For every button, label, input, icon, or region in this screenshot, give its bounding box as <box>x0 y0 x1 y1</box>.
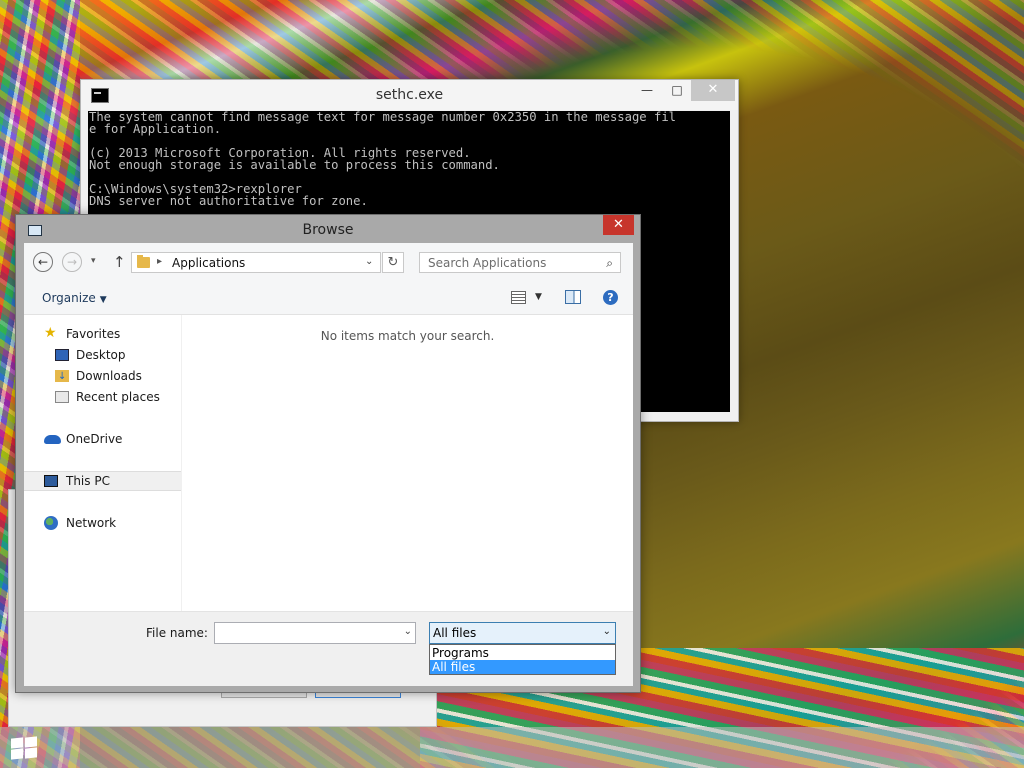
start-button[interactable] <box>11 736 38 760</box>
file-name-label: File name: <box>146 626 208 640</box>
address-bar[interactable]: ▸ Applications ⌄ <box>131 252 381 273</box>
search-input[interactable]: Search Applications ⌕ <box>419 252 621 273</box>
file-name-dropdown-icon[interactable]: ⌄ <box>404 626 412 637</box>
address-dropdown-icon[interactable]: ⌄ <box>365 256 373 267</box>
command-toolbar: Organize ▼ ▼ ? <box>24 283 633 315</box>
sidebar-item-label: Favorites <box>66 327 121 341</box>
maximize-button[interactable]: □ <box>663 80 691 101</box>
dialog-footer: File name: ⌄ All files ⌄ Programs All fi… <box>24 611 633 686</box>
chevron-down-icon: ▼ <box>99 295 107 305</box>
sidebar-item-network[interactable]: Network <box>24 513 181 533</box>
sidebar-item-label: Recent places <box>76 390 160 404</box>
recent-places-icon <box>55 391 69 403</box>
refresh-icon[interactable]: ↻ <box>382 252 404 273</box>
windows-logo-icon <box>25 747 37 759</box>
sidebar-item-label: Downloads <box>76 369 142 383</box>
browse-titlebar[interactable]: Browse ✕ <box>16 215 640 243</box>
sidebar-item-recent-places[interactable]: Recent places <box>24 387 181 407</box>
sidebar-item-label: OneDrive <box>66 432 123 446</box>
search-icon[interactable]: ⌕ <box>606 256 613 271</box>
star-icon: ★ <box>44 325 57 341</box>
browse-client-area: ← → ▾ ↑ ▸ Applications ⌄ ↻ Search Applic… <box>24 243 633 686</box>
taskbar <box>0 727 1024 768</box>
organize-label: Organize <box>42 291 96 305</box>
file-name-input[interactable]: ⌄ <box>214 622 416 644</box>
chevron-down-icon[interactable]: ⌄ <box>603 626 611 637</box>
sidebar-item-label: This PC <box>66 474 110 488</box>
sidebar-item-onedrive[interactable]: OneDrive <box>24 429 181 449</box>
view-options-chevron-icon[interactable]: ▼ <box>535 292 542 302</box>
onedrive-icon <box>44 435 61 444</box>
sidebar-item-label: Network <box>66 516 117 530</box>
preview-pane-icon[interactable] <box>565 290 581 304</box>
organize-button[interactable]: Organize ▼ <box>42 291 107 305</box>
windows-logo-icon <box>25 736 37 748</box>
file-type-selected: All files <box>433 626 477 640</box>
sidebar-item-downloads[interactable]: Downloads <box>24 366 181 387</box>
search-placeholder: Search Applications <box>428 256 547 270</box>
file-type-dropdown-list[interactable]: Programs All files <box>429 644 616 675</box>
sidebar-item-desktop[interactable]: Desktop <box>24 345 181 365</box>
file-list-area[interactable]: No items match your search. <box>182 315 633 611</box>
file-type-option-programs[interactable]: Programs <box>430 646 615 660</box>
empty-results-message: No items match your search. <box>320 329 495 343</box>
browse-dialog[interactable]: Browse ✕ ← → ▾ ↑ ▸ Applications ⌄ ↻ Sear… <box>15 214 641 693</box>
back-arrow-icon[interactable]: ← <box>33 252 53 272</box>
change-view-icon[interactable] <box>511 291 526 304</box>
console-titlebar[interactable]: sethc.exe — □ ✕ <box>81 80 738 110</box>
downloads-icon <box>55 367 69 387</box>
sidebar-item-label: Desktop <box>76 348 126 362</box>
help-icon[interactable]: ? <box>603 290 618 305</box>
computer-icon <box>44 475 58 487</box>
console-close-button[interactable]: ✕ <box>691 80 735 101</box>
minimize-button[interactable]: — <box>633 80 661 101</box>
file-type-option-all-files[interactable]: All files <box>430 660 615 674</box>
sidebar-item-favorites[interactable]: ★ Favorites <box>24 324 181 344</box>
folder-icon <box>137 255 150 268</box>
browse-title: Browse <box>302 222 354 238</box>
network-icon <box>44 516 58 530</box>
navigation-pane: ★ Favorites Desktop Downloads Recent pla… <box>24 315 182 611</box>
file-type-select[interactable]: All files ⌄ <box>429 622 616 644</box>
windows-logo-icon <box>11 748 23 760</box>
browse-close-button[interactable]: ✕ <box>603 215 634 235</box>
up-arrow-icon[interactable]: ↑ <box>113 253 126 271</box>
navigation-bar: ← → ▾ ↑ ▸ Applications ⌄ ↻ Search Applic… <box>24 243 633 283</box>
breadcrumb-separator-icon[interactable]: ▸ <box>157 256 162 267</box>
sidebar-item-this-pc[interactable]: This PC <box>24 471 181 491</box>
forward-arrow-icon[interactable]: → <box>62 252 82 272</box>
recent-locations-chevron-icon[interactable]: ▾ <box>91 256 96 266</box>
desktop-icon <box>55 349 69 361</box>
windows-logo-icon <box>11 737 23 749</box>
breadcrumb-applications[interactable]: Applications <box>172 256 245 270</box>
